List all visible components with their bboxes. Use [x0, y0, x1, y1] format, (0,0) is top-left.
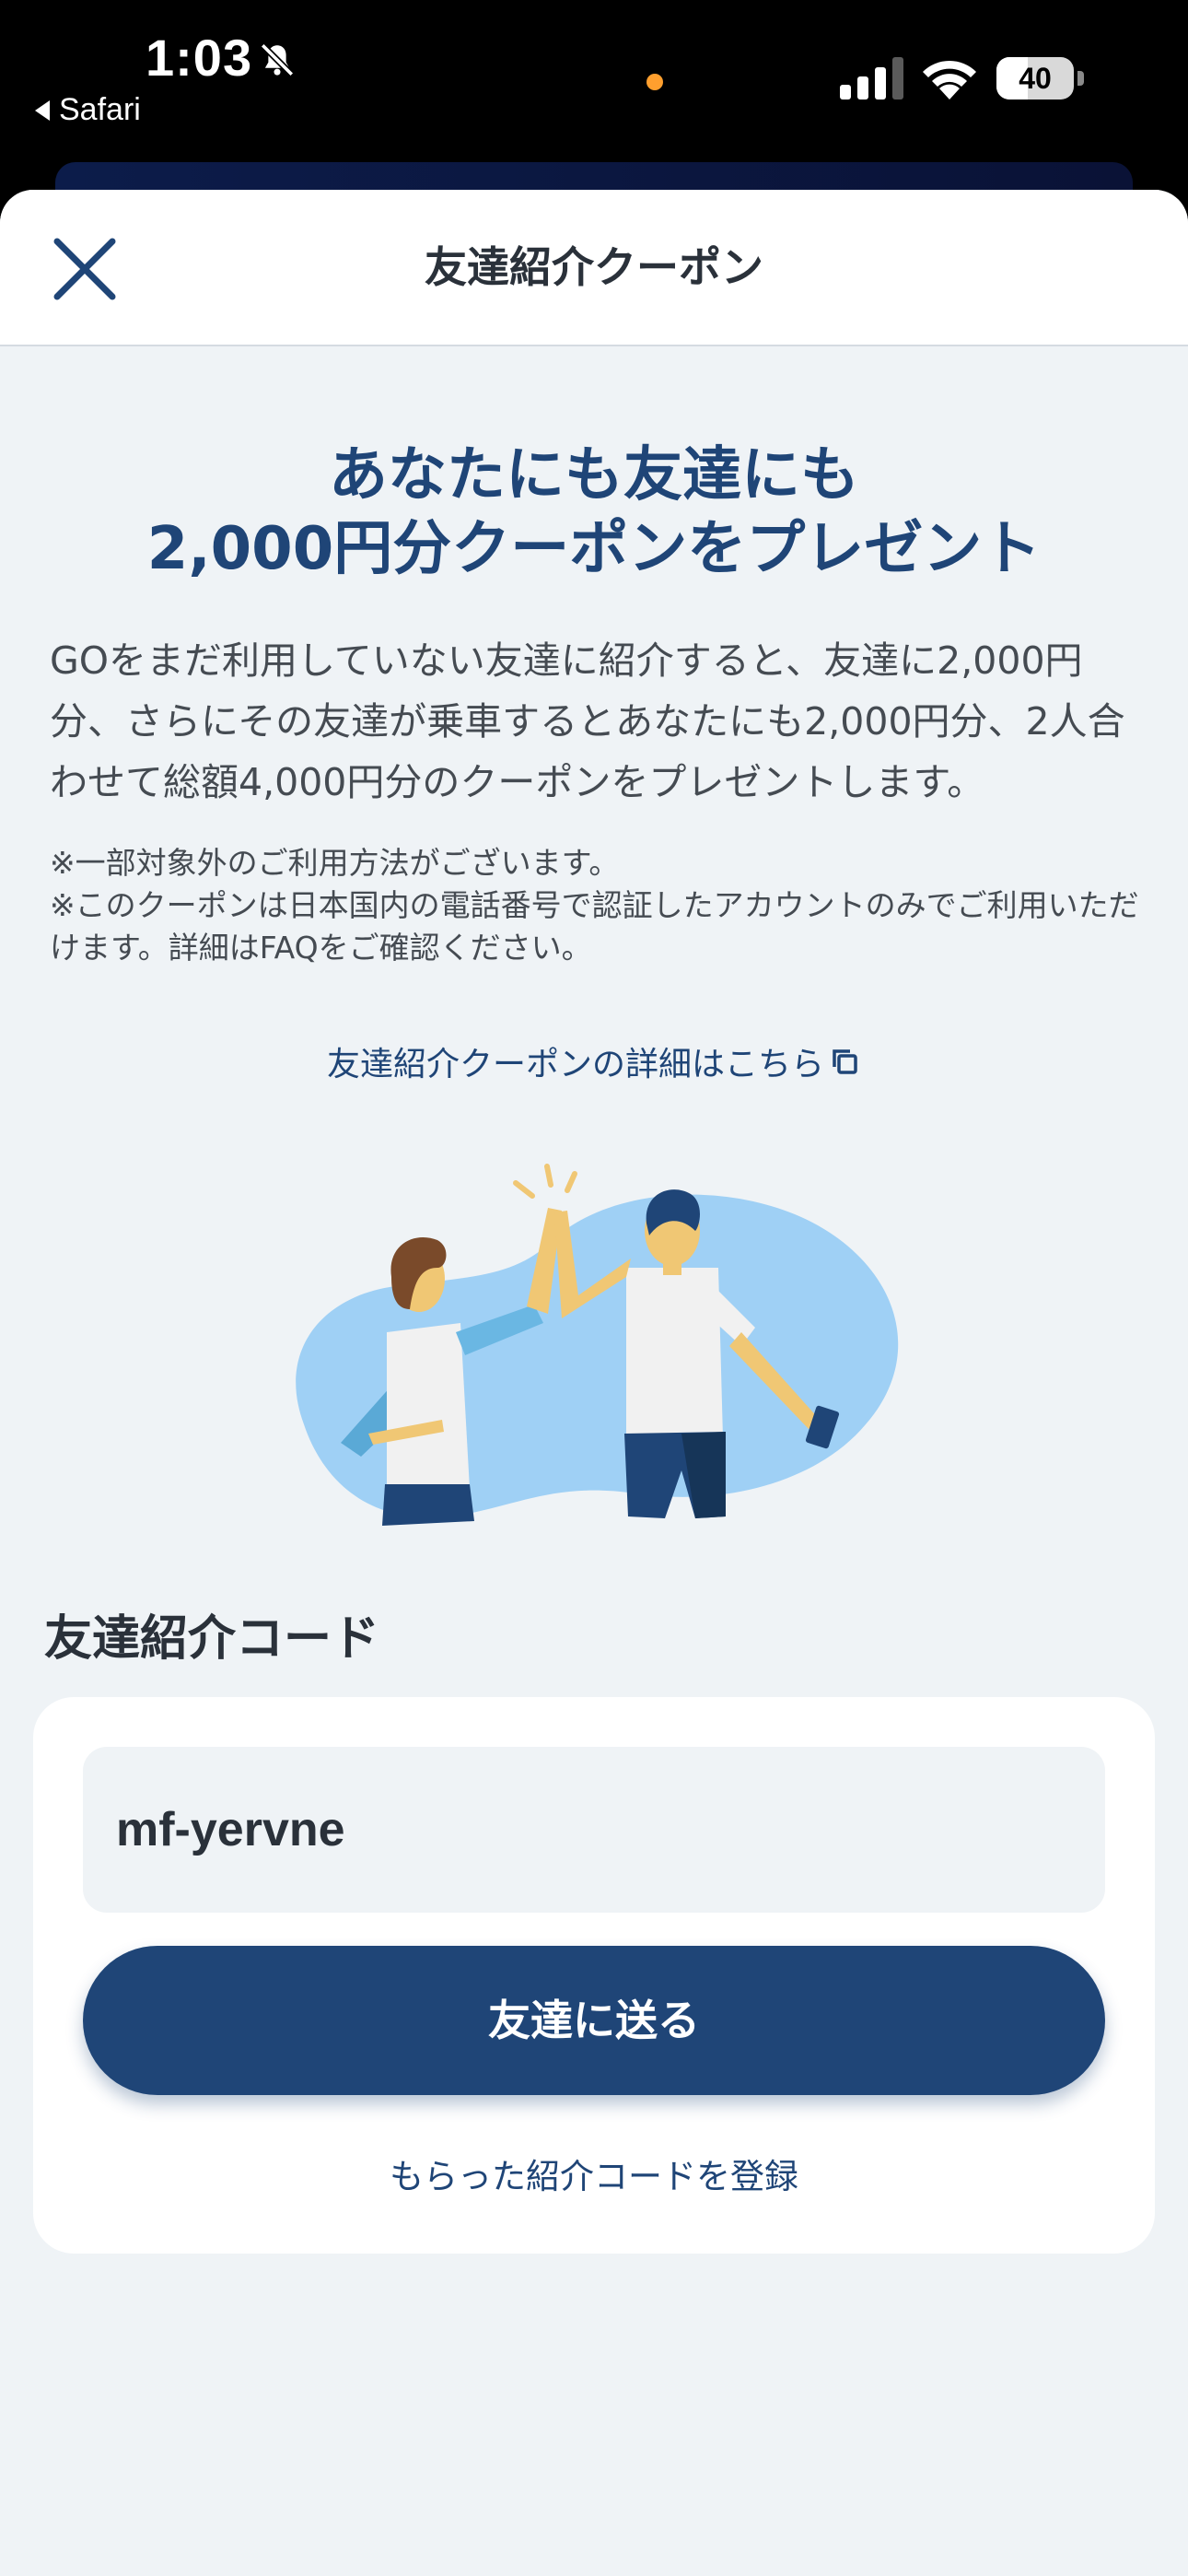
page-title: 友達紹介クーポン — [425, 242, 763, 292]
hero-description: GOをまだ利用していない友達に紹介すると、友達に2,000円分、さらにその友達が… — [50, 638, 1125, 804]
cellular-signal-icon — [840, 57, 903, 100]
notes: ※一部対象外のご利用方法がございます。 ※このクーポンは日本国内の電話番号で認証… — [50, 842, 1146, 969]
status-time: 1:03 — [146, 29, 253, 87]
referral-code-field[interactable]: mf-yervne — [83, 1747, 1105, 1913]
coupon-details-label: 友達紹介クーポンの詳細はこちら — [326, 1046, 824, 1083]
close-icon[interactable] — [48, 232, 122, 306]
send-to-friend-button[interactable]: 友達に送る — [83, 1946, 1105, 2095]
referral-sheet: 友達紹介クーポン あなたにも友達にも 2,000円分クーポンをプレゼント GOを… — [0, 190, 1188, 2576]
referral-code-value: mf-yervne — [116, 1803, 345, 1856]
coupon-details-link[interactable]: 友達紹介クーポンの詳細はこちら — [0, 1037, 1188, 1085]
headline-line-2: 2,000円分クーポンをプレゼント — [146, 515, 1042, 583]
sheet-header: 友達紹介クーポン — [0, 190, 1188, 346]
battery-percent: 40 — [1019, 62, 1052, 95]
note-1: ※一部対象外のご利用方法がございます。 — [50, 845, 620, 881]
bell-slash-icon — [260, 42, 295, 77]
external-link-icon — [833, 1049, 857, 1074]
high-five-illustration — [296, 1164, 899, 1526]
headline-line-1: あなたにも友達にも — [329, 441, 859, 509]
back-app-label: Safari — [59, 92, 141, 127]
privacy-indicator-dot — [646, 74, 663, 90]
register-received-code-link[interactable]: もらった紹介コードを登録 — [33, 2149, 1155, 2198]
referral-code-heading: 友達紹介コード — [44, 1611, 380, 1667]
status-bar: 1:03 Safari 40 — [0, 0, 1188, 217]
wifi-icon — [923, 60, 976, 100]
note-2: ※このクーポンは日本国内の電話番号で認証したアカウントのみでご利用いただけます。… — [50, 887, 1139, 966]
battery-indicator: 40 — [996, 57, 1085, 100]
back-arrow-icon — [35, 100, 50, 121]
back-to-safari[interactable]: Safari — [35, 92, 141, 128]
referral-code-card: mf-yervne 友達に送る もらった紹介コードを登録 — [33, 1697, 1155, 2254]
hero-headline: あなたにも友達にも 2,000円分クーポンをプレゼント — [37, 439, 1151, 586]
